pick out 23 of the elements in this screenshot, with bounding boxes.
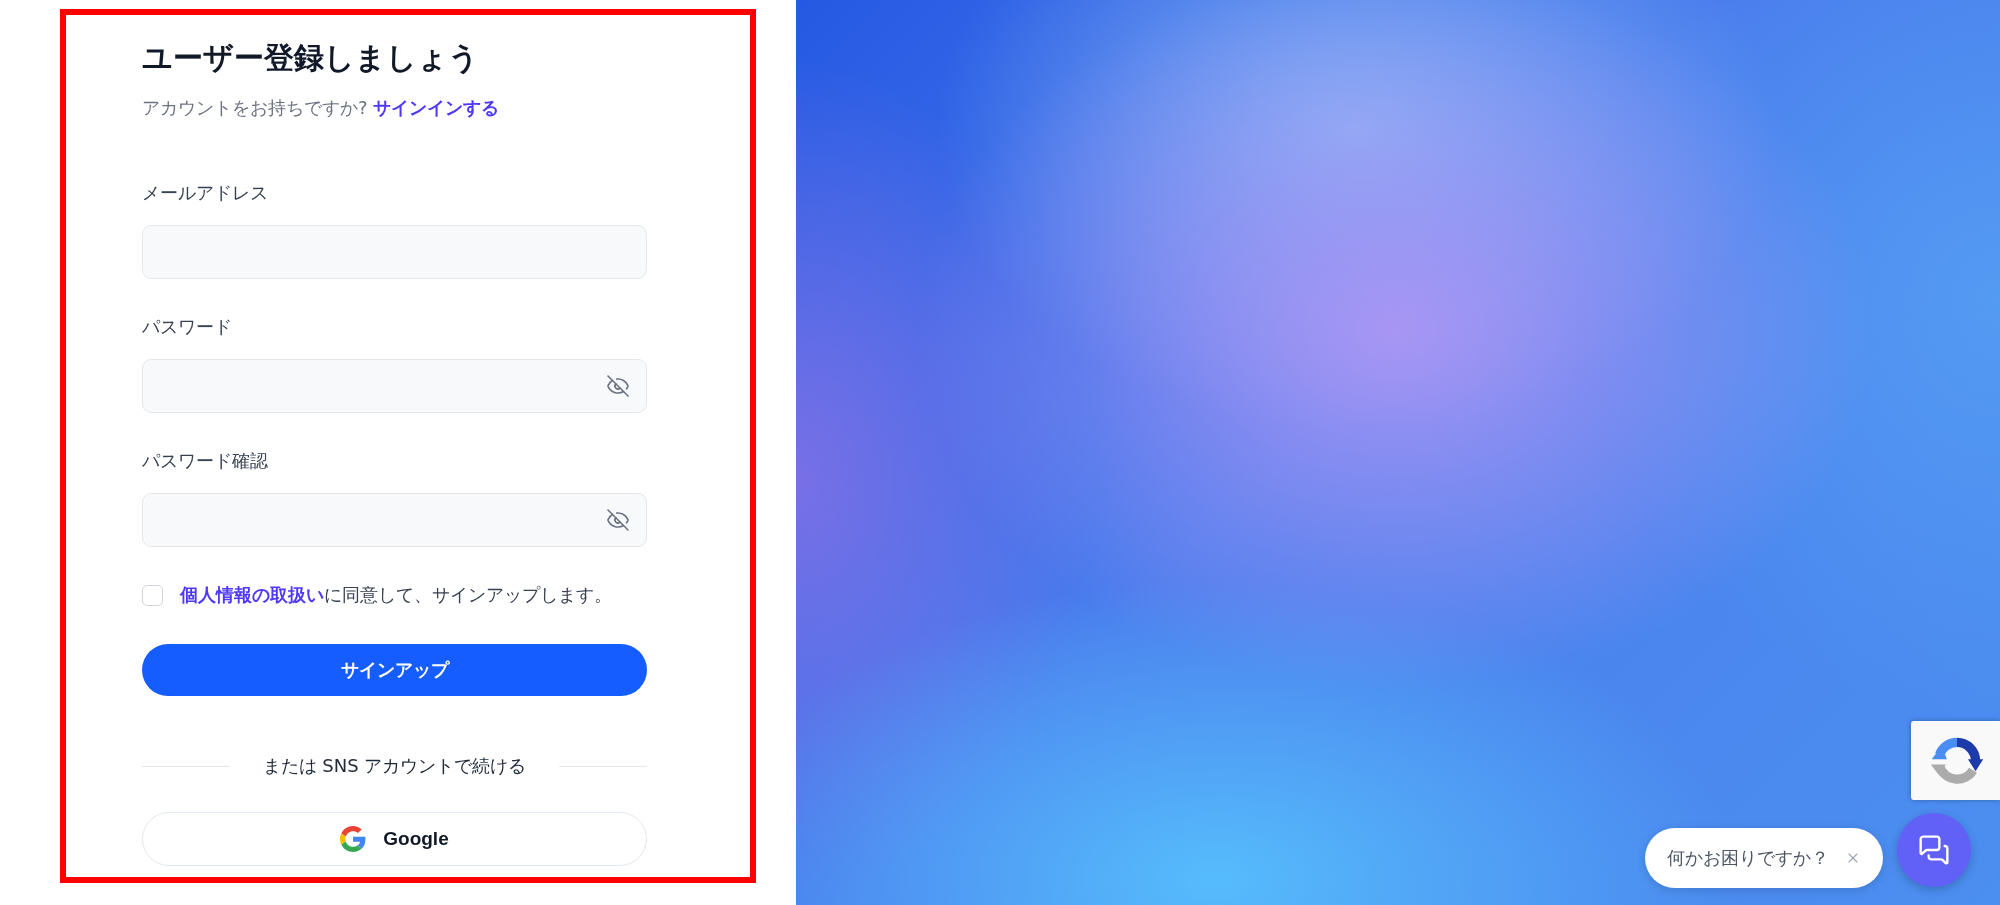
signin-prompt: アカウントをお持ちですか? サインインする xyxy=(142,96,501,120)
signup-button[interactable]: サインアップ xyxy=(142,644,647,696)
chat-button[interactable] xyxy=(1897,813,1971,887)
page-title: ユーザー登録しましょう xyxy=(142,39,480,77)
eye-off-icon[interactable] xyxy=(606,508,630,532)
speech-bubbles-icon xyxy=(1918,834,1950,866)
field-label: パスワード確認 xyxy=(142,449,269,473)
consent-checkbox[interactable] xyxy=(142,584,163,606)
password-field[interactable] xyxy=(142,493,647,547)
help-bubble[interactable]: 何かお困りですか？ xyxy=(1645,828,1883,888)
google-g-icon xyxy=(340,826,367,852)
field-label: パスワード xyxy=(142,315,233,339)
google-signin-button[interactable]: Google xyxy=(142,812,647,866)
field-label: メールアドレス xyxy=(142,181,269,205)
signin-link[interactable]: サインインする xyxy=(373,97,500,118)
eye-off-icon[interactable] xyxy=(606,374,630,398)
captcha-badge[interactable] xyxy=(1911,721,2000,800)
help-text: 何かお困りですか？ xyxy=(1667,846,1829,870)
email-field[interactable] xyxy=(142,225,647,279)
privacy-link[interactable]: 個人情報の取扱い xyxy=(180,584,324,605)
password-field[interactable] xyxy=(142,359,647,413)
consent-text: 個人情報の取扱いに同意して、サインアップします。 xyxy=(180,583,612,607)
divider-text: または SNS アカウントで続ける xyxy=(262,754,527,778)
